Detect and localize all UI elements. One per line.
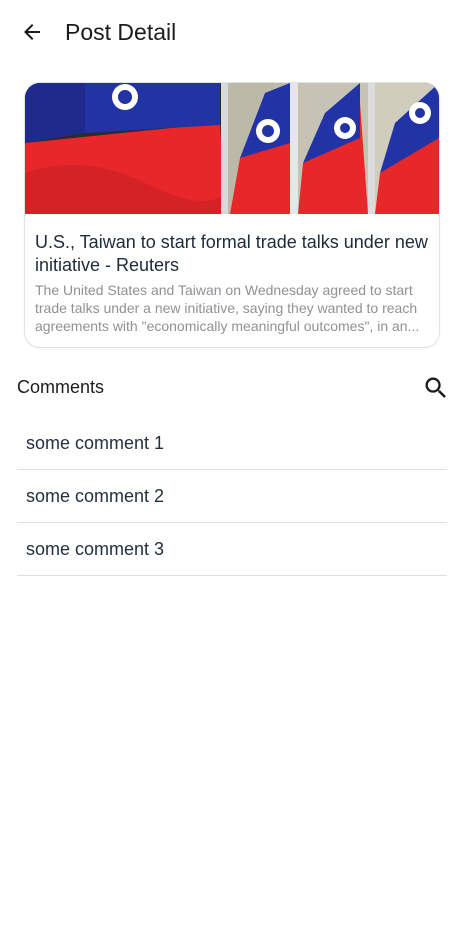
comments-header: Comments	[17, 377, 105, 397]
search-icon	[425, 377, 446, 398]
post-description: The United States and Taiwan on Wednesda…	[35, 282, 420, 334]
post-title: U.S., Taiwan to start formal trade talks…	[35, 232, 428, 275]
comment-item[interactable]: some comment 3	[17, 524, 447, 576]
comment-item[interactable]: some comment 1	[17, 418, 447, 470]
back-button[interactable]	[14, 14, 50, 50]
comment-list: some comment 1 some comment 2 some comme…	[17, 418, 447, 577]
comment-item[interactable]: some comment 2	[17, 471, 447, 523]
search-comments-button[interactable]	[418, 370, 454, 406]
post-image	[25, 83, 439, 214]
page-title: Post Detail	[65, 19, 177, 45]
post-card[interactable]: U.S., Taiwan to start formal trade talks…	[24, 82, 440, 348]
app-bar: Post Detail	[0, 0, 464, 64]
arrow-left-icon	[24, 24, 40, 40]
